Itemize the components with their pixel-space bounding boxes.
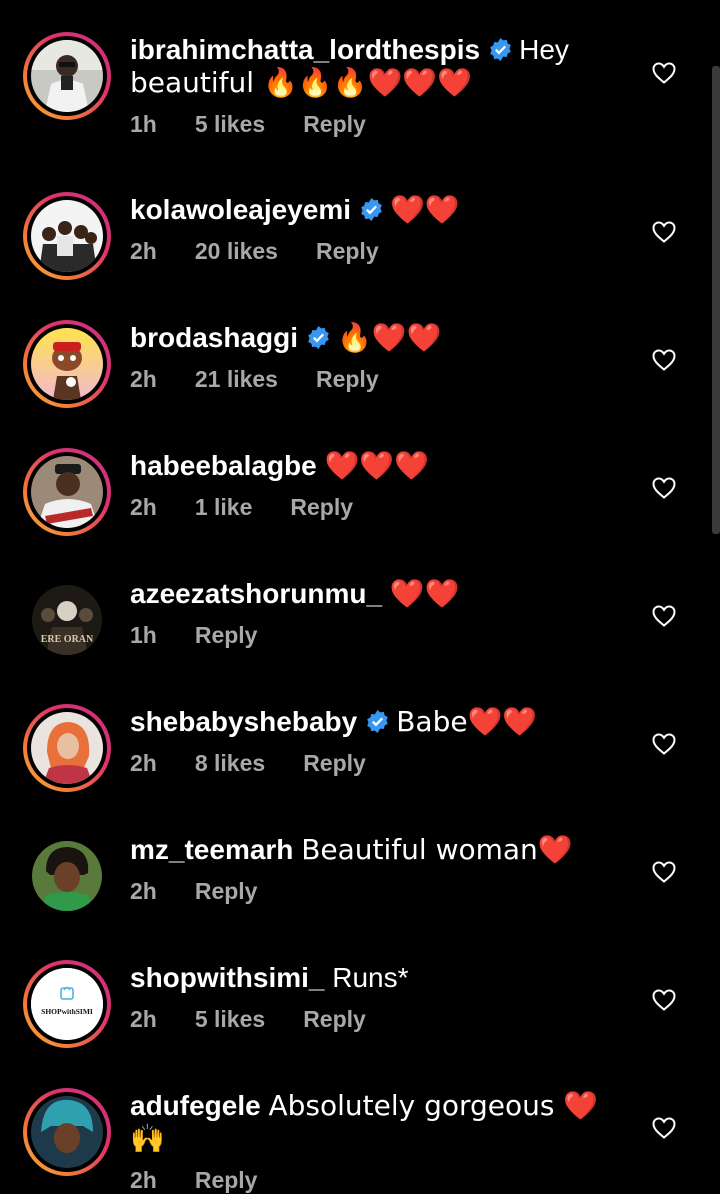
heart-outline-icon[interactable] bbox=[652, 477, 676, 499]
comment-text: ❤️❤️ bbox=[389, 577, 460, 610]
reply-button[interactable]: Reply bbox=[290, 494, 353, 520]
comment-username[interactable]: adufegele bbox=[130, 1090, 261, 1121]
comment-username[interactable]: habeebalagbe bbox=[130, 450, 317, 481]
comment-text: ❤️❤️ bbox=[390, 193, 460, 226]
verified-badge-icon bbox=[367, 710, 389, 733]
comment-meta: 2h Reply bbox=[130, 1166, 630, 1194]
heart-outline-icon[interactable] bbox=[652, 989, 676, 1011]
reply-button[interactable]: Reply bbox=[316, 238, 379, 264]
heart-outline-icon[interactable] bbox=[652, 861, 676, 883]
heart-outline-icon[interactable] bbox=[652, 62, 676, 84]
comment-text: Babe❤️❤️ bbox=[396, 705, 538, 738]
heart-outline-icon[interactable] bbox=[652, 605, 676, 627]
comment-likes[interactable]: 21 likes bbox=[195, 366, 278, 392]
avatar[interactable] bbox=[23, 704, 111, 792]
heart-outline-icon[interactable] bbox=[652, 349, 676, 371]
avatar[interactable] bbox=[23, 1088, 111, 1176]
comment-time: 2h bbox=[130, 1006, 157, 1032]
comment-meta: 1h Reply bbox=[130, 621, 630, 649]
comment-meta: 2h 1 like Reply bbox=[130, 493, 630, 521]
comment-username[interactable]: shopwithsimi_ bbox=[130, 962, 324, 993]
heart-outline-icon[interactable] bbox=[652, 221, 676, 243]
comment-text: beautiful 🔥🔥🔥❤️❤️❤️ bbox=[130, 66, 473, 99]
comment-text: ❤️❤️❤️ bbox=[324, 449, 430, 482]
reply-button[interactable]: Reply bbox=[195, 622, 258, 648]
comment-time: 2h bbox=[130, 750, 157, 776]
comment-meta: 2h 5 likes Reply bbox=[130, 1005, 630, 1033]
heart-outline-icon[interactable] bbox=[652, 1117, 676, 1139]
heart-outline-icon[interactable] bbox=[652, 733, 676, 755]
comment-text: Runs* bbox=[332, 962, 409, 993]
comment-meta: 2h Reply bbox=[130, 877, 630, 905]
comment-likes[interactable]: 20 likes bbox=[195, 238, 278, 264]
avatar[interactable] bbox=[23, 192, 111, 280]
comment-username[interactable]: shebabyshebaby bbox=[130, 706, 357, 737]
comment-username[interactable]: ibrahimchatta_lordthespis bbox=[130, 34, 480, 65]
reply-button[interactable]: Reply bbox=[316, 366, 379, 392]
comment-likes[interactable]: 5 likes bbox=[195, 111, 265, 137]
comment-username[interactable]: brodashaggi bbox=[130, 322, 298, 353]
verified-badge-icon bbox=[361, 198, 382, 221]
comment-text: 🔥❤️❤️ bbox=[337, 321, 442, 354]
reply-button[interactable]: Reply bbox=[303, 111, 366, 137]
comment-likes[interactable]: 5 likes bbox=[195, 1006, 265, 1032]
comment-meta: 2h 21 likes Reply bbox=[130, 365, 630, 393]
avatar[interactable] bbox=[23, 320, 111, 408]
comment-username[interactable]: kolawoleajeyemi bbox=[130, 194, 351, 225]
avatar-poster-text: ERE ORAN bbox=[41, 634, 94, 645]
scrollbar[interactable] bbox=[712, 66, 720, 534]
avatar-logo-text: SHOPwithSIMI bbox=[41, 1007, 93, 1016]
reply-button[interactable]: Reply bbox=[303, 1006, 366, 1032]
avatar[interactable]: SHOPwithSIMI bbox=[23, 960, 111, 1048]
comment-time: 2h bbox=[130, 1167, 157, 1193]
comment-likes[interactable]: 1 like bbox=[195, 494, 253, 520]
comment-username[interactable]: azeezatshorunmu_ bbox=[130, 578, 382, 609]
avatar[interactable]: ERE ORAN bbox=[23, 576, 111, 664]
avatar[interactable] bbox=[23, 448, 111, 536]
comment-meta: 2h 8 likes Reply bbox=[130, 749, 630, 777]
comment-likes[interactable]: 8 likes bbox=[195, 750, 265, 776]
verified-badge-icon bbox=[308, 326, 329, 349]
comment-meta: 2h 20 likes Reply bbox=[130, 237, 630, 265]
comment-time: 2h bbox=[130, 238, 157, 264]
reply-button[interactable]: Reply bbox=[195, 1167, 258, 1193]
comment-time: 1h bbox=[130, 622, 157, 648]
comment-time: 2h bbox=[130, 494, 157, 520]
avatar[interactable] bbox=[23, 32, 111, 120]
comment-time: 2h bbox=[130, 878, 157, 904]
comment-time: 1h bbox=[130, 111, 157, 137]
reply-button[interactable]: Reply bbox=[195, 878, 258, 904]
verified-badge-icon bbox=[490, 38, 511, 61]
avatar[interactable] bbox=[23, 832, 111, 920]
comment-username[interactable]: mz_teemarh bbox=[130, 834, 293, 865]
comment-meta: 1h 5 likes Reply bbox=[130, 110, 630, 138]
reply-button[interactable]: Reply bbox=[303, 750, 366, 776]
comment-time: 2h bbox=[130, 366, 157, 392]
comment-text: Hey bbox=[519, 34, 569, 65]
comment-text: Beautiful woman❤️ bbox=[301, 833, 573, 866]
